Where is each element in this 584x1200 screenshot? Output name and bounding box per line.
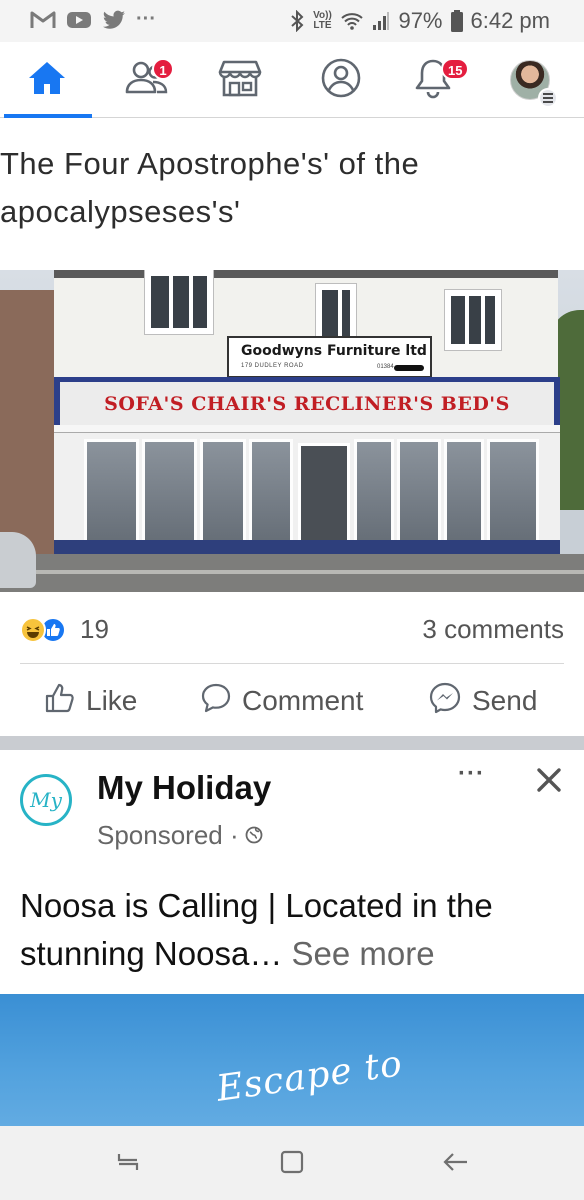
shop-window (249, 439, 293, 545)
feed-separator (0, 736, 584, 750)
advertiser-logo-text: My (30, 788, 62, 812)
nav-home-tab[interactable] (17, 54, 77, 106)
clock: 6:42 pm (470, 8, 551, 33)
home-icon (27, 60, 67, 101)
post-actions: Like Comment Send (0, 676, 584, 726)
nav-menu-tab[interactable] (500, 54, 560, 108)
shop-door (298, 443, 350, 551)
roofline (54, 270, 558, 278)
volte-indicator: Vo)) LTE (313, 10, 332, 31)
sponsored-text: Sponsored · (97, 820, 239, 850)
advertiser-name[interactable]: My Holiday (97, 769, 271, 807)
shop-sign: SOFA'S CHAIR'S RECLINER'S BED'S (60, 382, 554, 426)
ad-image[interactable]: Escape to (0, 994, 584, 1126)
see-more-link[interactable]: See more (292, 935, 435, 972)
shop-window (444, 439, 484, 545)
shop-cornice (54, 425, 560, 433)
recent-apps-icon (113, 1150, 143, 1179)
company-sign-phone: 01384 (377, 364, 394, 370)
active-tab-indicator (4, 114, 92, 118)
globe-icon (245, 820, 263, 851)
back-button[interactable] (436, 1144, 476, 1184)
reactions-row: 19 3 comments (0, 610, 584, 650)
marketplace-icon (218, 58, 262, 103)
company-sign: Goodwyns Furniture ltd 179 DUDLEY ROAD 0… (227, 336, 432, 378)
youtube-icon (66, 10, 92, 30)
notifications-badge: 15 (441, 58, 470, 80)
hide-ad-button[interactable] (534, 764, 564, 800)
post-text: The Four Apostrophe's' of the apocalypse… (0, 146, 420, 229)
shop-front (54, 433, 560, 555)
post-image[interactable]: Goodwyns Furniture ltd 179 DUDLEY ROAD 0… (0, 270, 584, 592)
home-button[interactable] (272, 1144, 312, 1184)
nav-friends-tab[interactable]: 1 (117, 54, 177, 106)
like-button[interactable]: Like (44, 676, 137, 726)
comment-icon (200, 682, 232, 721)
back-arrow-icon (441, 1150, 471, 1179)
company-sign-address: 179 DUDLEY ROAD (241, 363, 304, 369)
gmail-icon (30, 10, 56, 30)
shop-window (200, 439, 246, 545)
battery-percent: 97% (398, 8, 443, 33)
close-icon (536, 767, 562, 798)
avatar (510, 60, 558, 108)
shop-plinth (54, 540, 560, 554)
more-dots-icon: ··· (136, 8, 156, 30)
recent-apps-button[interactable] (108, 1144, 148, 1184)
profile-icon (320, 57, 362, 104)
shop-window (397, 439, 441, 545)
comment-button[interactable]: Comment (200, 676, 363, 726)
shop-window (487, 439, 539, 545)
divider (20, 663, 564, 664)
android-navigation-bar (0, 1126, 584, 1200)
redacted-number (394, 365, 424, 371)
advertiser-logo[interactable]: My (20, 774, 72, 826)
friends-badge: 1 (152, 58, 174, 80)
comments-count[interactable]: 3 comments (422, 614, 564, 645)
messenger-icon (428, 681, 462, 722)
shop-window (142, 439, 197, 545)
shop-window (354, 439, 394, 545)
comment-label: Comment (242, 685, 364, 716)
reaction-icons[interactable] (20, 617, 66, 643)
upper-window (315, 283, 357, 343)
facebook-nav-bar: 1 15 (0, 42, 584, 118)
shop-window (84, 439, 139, 545)
upper-window (444, 289, 502, 351)
nav-notifications-tab[interactable]: 15 (403, 54, 470, 106)
twitter-icon (102, 10, 126, 30)
bluetooth-icon (290, 10, 304, 32)
sponsored-label: Sponsored · (97, 820, 263, 851)
haha-reaction-icon (20, 617, 46, 643)
send-label: Send (472, 685, 538, 716)
thumbs-up-icon (44, 682, 76, 721)
ad-image-script: Escape to (214, 1043, 406, 1110)
company-sign-title: Goodwyns Furniture ltd (241, 343, 427, 359)
signal-icon (372, 11, 390, 31)
send-button[interactable]: Send (428, 676, 537, 726)
upper-window (144, 270, 214, 335)
post-options-button[interactable]: ··· (458, 760, 485, 788)
status-bar: ··· Vo)) LTE 97% 6:42 pm (0, 0, 584, 42)
parked-car (0, 532, 36, 588)
home-square-icon (279, 1149, 305, 1180)
status-left: ··· (30, 8, 156, 31)
wifi-icon (340, 11, 364, 31)
like-label: Like (86, 685, 138, 716)
shop-sign-text: SOFA'S CHAIR'S RECLINER'S BED'S (104, 393, 510, 415)
nav-marketplace-tab[interactable] (210, 54, 270, 106)
reaction-count[interactable]: 19 (80, 614, 109, 645)
kerb (0, 570, 584, 574)
status-right: Vo)) LTE 97% 6:42 pm (290, 8, 550, 34)
ad-text: Noosa is Calling | Located in the stunni… (20, 882, 570, 978)
battery-icon (450, 10, 463, 32)
menu-lines-icon (538, 88, 558, 108)
nav-profile-tab[interactable] (311, 54, 371, 106)
